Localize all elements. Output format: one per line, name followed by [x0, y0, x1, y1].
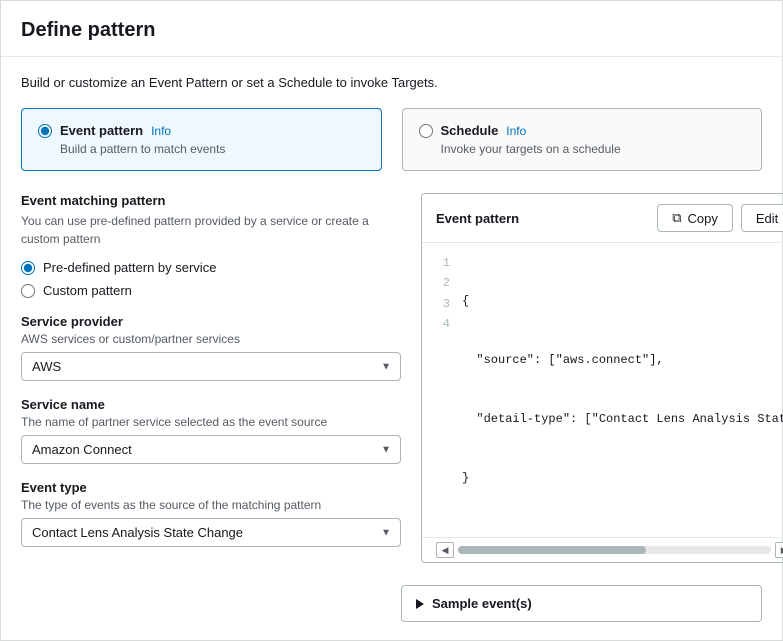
right-panel: Event pattern ⧉ Copy Edit 1 — [421, 193, 783, 563]
right-panel-header: Event pattern ⧉ Copy Edit — [422, 194, 783, 243]
service-name-section: Service name The name of partner service… — [21, 397, 401, 464]
line-num-1: 1 — [436, 253, 450, 273]
event-type-section: Event type The type of events as the sou… — [21, 480, 401, 547]
service-name-select-wrapper: Amazon Connect Amazon EC2 Amazon S3 AWS … — [21, 435, 401, 464]
service-provider-select[interactable]: AWS Custom/Partner — [21, 352, 401, 381]
event-pattern-desc: Build a pattern to match events — [60, 142, 365, 156]
code-line-4: } — [462, 468, 783, 488]
main-content: Event matching pattern You can use pre-d… — [21, 193, 762, 563]
predefined-radio-row: Pre-defined pattern by service — [21, 260, 401, 275]
event-type-hint: The type of events as the source of the … — [21, 498, 401, 512]
event-type-select-wrapper: Contact Lens Analysis State Change All E… — [21, 518, 401, 547]
scroll-thumb — [458, 546, 646, 554]
service-provider-section: Service provider AWS services or custom/… — [21, 314, 401, 381]
event-pattern-radio[interactable] — [38, 124, 52, 138]
schedule-radio[interactable] — [419, 124, 433, 138]
service-provider-label: Service provider — [21, 314, 401, 329]
page-container: Define pattern Build or customize an Eve… — [0, 0, 783, 641]
event-matching-title: Event matching pattern — [21, 193, 401, 208]
left-panel: Event matching pattern You can use pre-d… — [21, 193, 401, 563]
predefined-label: Pre-defined pattern by service — [43, 260, 216, 275]
copy-icon: ⧉ — [672, 210, 681, 226]
predefined-radio[interactable] — [21, 261, 35, 275]
event-matching-desc: You can use pre-defined pattern provided… — [21, 212, 401, 248]
intro-text: Build or customize an Event Pattern or s… — [21, 75, 762, 90]
schedule-desc: Invoke your targets on a schedule — [441, 142, 746, 156]
custom-label: Custom pattern — [43, 283, 132, 298]
page-title: Define pattern — [21, 19, 762, 42]
custom-radio-row: Custom pattern — [21, 283, 401, 298]
edit-button[interactable]: Edit — [741, 204, 783, 232]
sample-events-section[interactable]: Sample event(s) — [401, 585, 762, 622]
code-line-1: { — [462, 291, 783, 311]
code-content: { "source": ["aws.connect"], "detail-typ… — [462, 253, 783, 526]
scroll-right-btn[interactable]: ▶ — [775, 542, 783, 558]
schedule-info-link[interactable]: Info — [506, 124, 526, 138]
event-pattern-label: Event pattern — [60, 123, 143, 138]
copy-button[interactable]: ⧉ Copy — [657, 204, 733, 232]
event-type-label: Event type — [21, 480, 401, 495]
service-provider-hint: AWS services or custom/partner services — [21, 332, 401, 346]
event-pattern-info-link[interactable]: Info — [151, 124, 171, 138]
line-num-4: 4 — [436, 314, 450, 334]
pattern-type-selector: Event pattern Info Build a pattern to ma… — [21, 108, 762, 171]
custom-radio[interactable] — [21, 284, 35, 298]
line-num-3: 3 — [436, 294, 450, 314]
schedule-label: Schedule — [441, 123, 499, 138]
schedule-option[interactable]: Schedule Info Invoke your targets on a s… — [402, 108, 763, 171]
scroll-track[interactable] — [458, 546, 771, 554]
service-name-hint: The name of partner service selected as … — [21, 415, 401, 429]
code-area: 1 2 3 4 { "source": ["aws.connect"], "de… — [422, 243, 783, 537]
code-lines: 1 2 3 4 { "source": ["aws.connect"], "de… — [436, 253, 783, 526]
scroll-left-btn[interactable]: ◀ — [436, 542, 454, 558]
event-type-select[interactable]: Contact Lens Analysis State Change All E… — [21, 518, 401, 547]
horizontal-scrollbar[interactable]: ◀ ▶ — [422, 537, 783, 562]
expand-icon — [416, 599, 424, 609]
event-pattern-panel-title: Event pattern — [436, 211, 519, 226]
line-numbers: 1 2 3 4 — [436, 253, 450, 526]
line-num-2: 2 — [436, 273, 450, 293]
service-name-select[interactable]: Amazon Connect Amazon EC2 Amazon S3 AWS … — [21, 435, 401, 464]
event-pattern-option[interactable]: Event pattern Info Build a pattern to ma… — [21, 108, 382, 171]
service-provider-select-wrapper: AWS Custom/Partner ▼ — [21, 352, 401, 381]
sample-events-label: Sample event(s) — [432, 596, 532, 611]
service-name-label: Service name — [21, 397, 401, 412]
panel-btn-group: ⧉ Copy Edit — [657, 204, 783, 232]
copy-label: Copy — [688, 211, 718, 226]
edit-label: Edit — [756, 211, 778, 226]
event-matching-section: Event matching pattern You can use pre-d… — [21, 193, 401, 298]
code-line-2: "source": ["aws.connect"], — [462, 350, 783, 370]
code-line-3: "detail-type": ["Contact Lens Analysis S… — [462, 409, 783, 429]
page-header: Define pattern — [1, 1, 782, 57]
page-body: Build or customize an Event Pattern or s… — [1, 57, 782, 640]
